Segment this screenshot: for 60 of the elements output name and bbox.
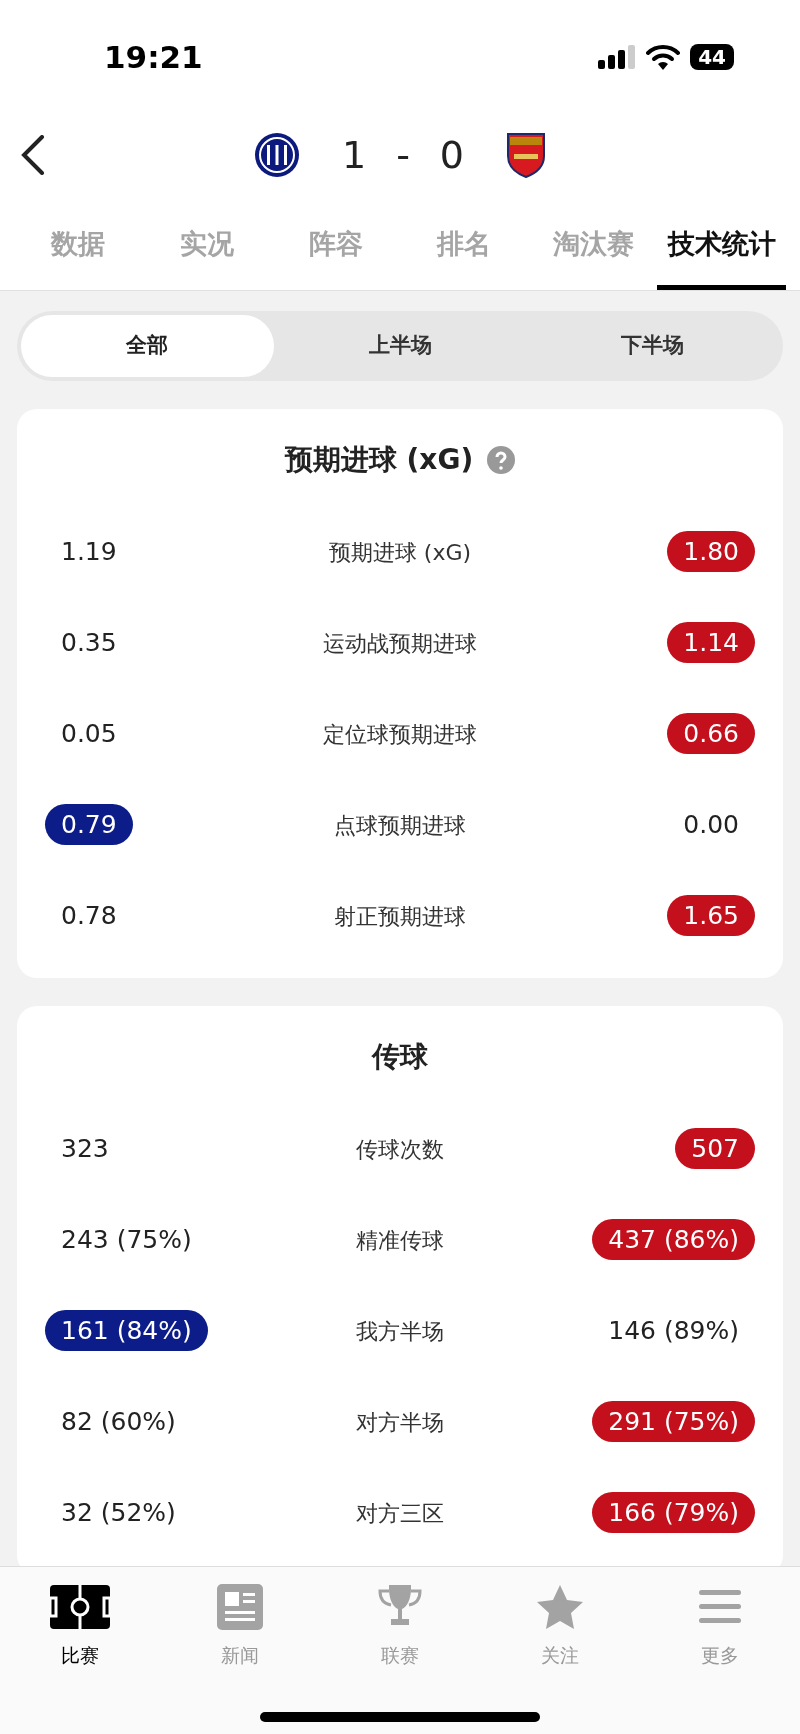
tab[interactable]: 阵容 (271, 210, 400, 290)
stat-value: 0.00 (682, 809, 740, 841)
tab[interactable]: 排名 (400, 210, 529, 290)
stat-label: 传球次数 (356, 1135, 444, 1164)
stat-label: 预期进球 (xG) (328, 538, 472, 567)
card-title: 传球 (372, 1038, 428, 1075)
highlighted-stat-value: 1.14 (667, 622, 755, 663)
away-score: 0 (439, 131, 465, 179)
stat-value: 323 (60, 1133, 110, 1165)
stat-label: 对方三区 (356, 1499, 444, 1528)
battery-indicator: 44 (690, 44, 734, 70)
star-icon (536, 1584, 584, 1630)
signal-icon (598, 45, 637, 69)
tab[interactable]: 淘汰赛 (528, 210, 658, 290)
tab[interactable]: 技术统计 (657, 210, 787, 290)
stat-label: 精准传球 (356, 1226, 444, 1255)
team-crest-icon (253, 132, 300, 178)
highlighted-stat-value: 291 (75%) (592, 1401, 755, 1442)
stat-value: 146 (89%) (607, 1315, 740, 1347)
stat-value: 0.05 (60, 718, 118, 750)
stat-value: 82 (60%) (60, 1406, 177, 1438)
back-icon (20, 135, 46, 175)
segment-button[interactable]: 下半场 (526, 314, 779, 377)
stat-value: 0.35 (60, 627, 118, 659)
newspaper-icon (217, 1584, 263, 1630)
highlighted-stat-value: 437 (86%) (592, 1219, 755, 1260)
stat-label: 我方半场 (356, 1317, 444, 1346)
highlighted-stat-value: 166 (79%) (592, 1492, 755, 1533)
nav-item[interactable]: 关注 (480, 1583, 640, 1670)
wifi-icon (646, 44, 681, 70)
highlighted-stat-value: 0.79 (45, 804, 133, 845)
status-time: 19:21 (104, 37, 203, 77)
segment-button[interactable]: 全部 (21, 314, 274, 377)
stat-label: 点球预期进球 (334, 811, 466, 840)
menu-icon (699, 1589, 741, 1625)
pitch-icon (50, 1585, 110, 1629)
score-separator: - (396, 131, 410, 179)
highlighted-stat-value: 507 (675, 1128, 755, 1169)
card-title: 预期进球 (xG) (284, 441, 474, 478)
stat-label: 运动战预期进球 (323, 629, 477, 658)
highlighted-stat-value: 0.66 (667, 713, 755, 754)
stat-label: 对方半场 (356, 1408, 444, 1437)
tab[interactable]: 实况 (142, 210, 272, 290)
stat-label: 射正预期进球 (334, 902, 466, 931)
nav-item[interactable]: 更多 (640, 1583, 800, 1670)
stat-value: 32 (52%) (60, 1497, 177, 1529)
stat-value: 1.19 (60, 536, 118, 568)
nav-item[interactable]: 联赛 (320, 1583, 480, 1670)
highlighted-stat-value: 1.80 (667, 531, 755, 572)
nav-item[interactable]: 比赛 (0, 1583, 160, 1670)
stat-value: 243 (75%) (60, 1224, 193, 1256)
segment-button[interactable]: 上半场 (273, 314, 527, 377)
nav-item[interactable]: 新闻 (160, 1583, 320, 1670)
highlighted-stat-value: 161 (84%) (45, 1310, 208, 1351)
stat-label: 定位球预期进球 (323, 720, 477, 749)
stat-value: 0.78 (60, 900, 118, 932)
shield-crest-icon (506, 132, 547, 178)
home-score: 1 (341, 131, 367, 179)
tab[interactable]: 数据 (14, 210, 143, 290)
highlighted-stat-value: 1.65 (667, 895, 755, 936)
